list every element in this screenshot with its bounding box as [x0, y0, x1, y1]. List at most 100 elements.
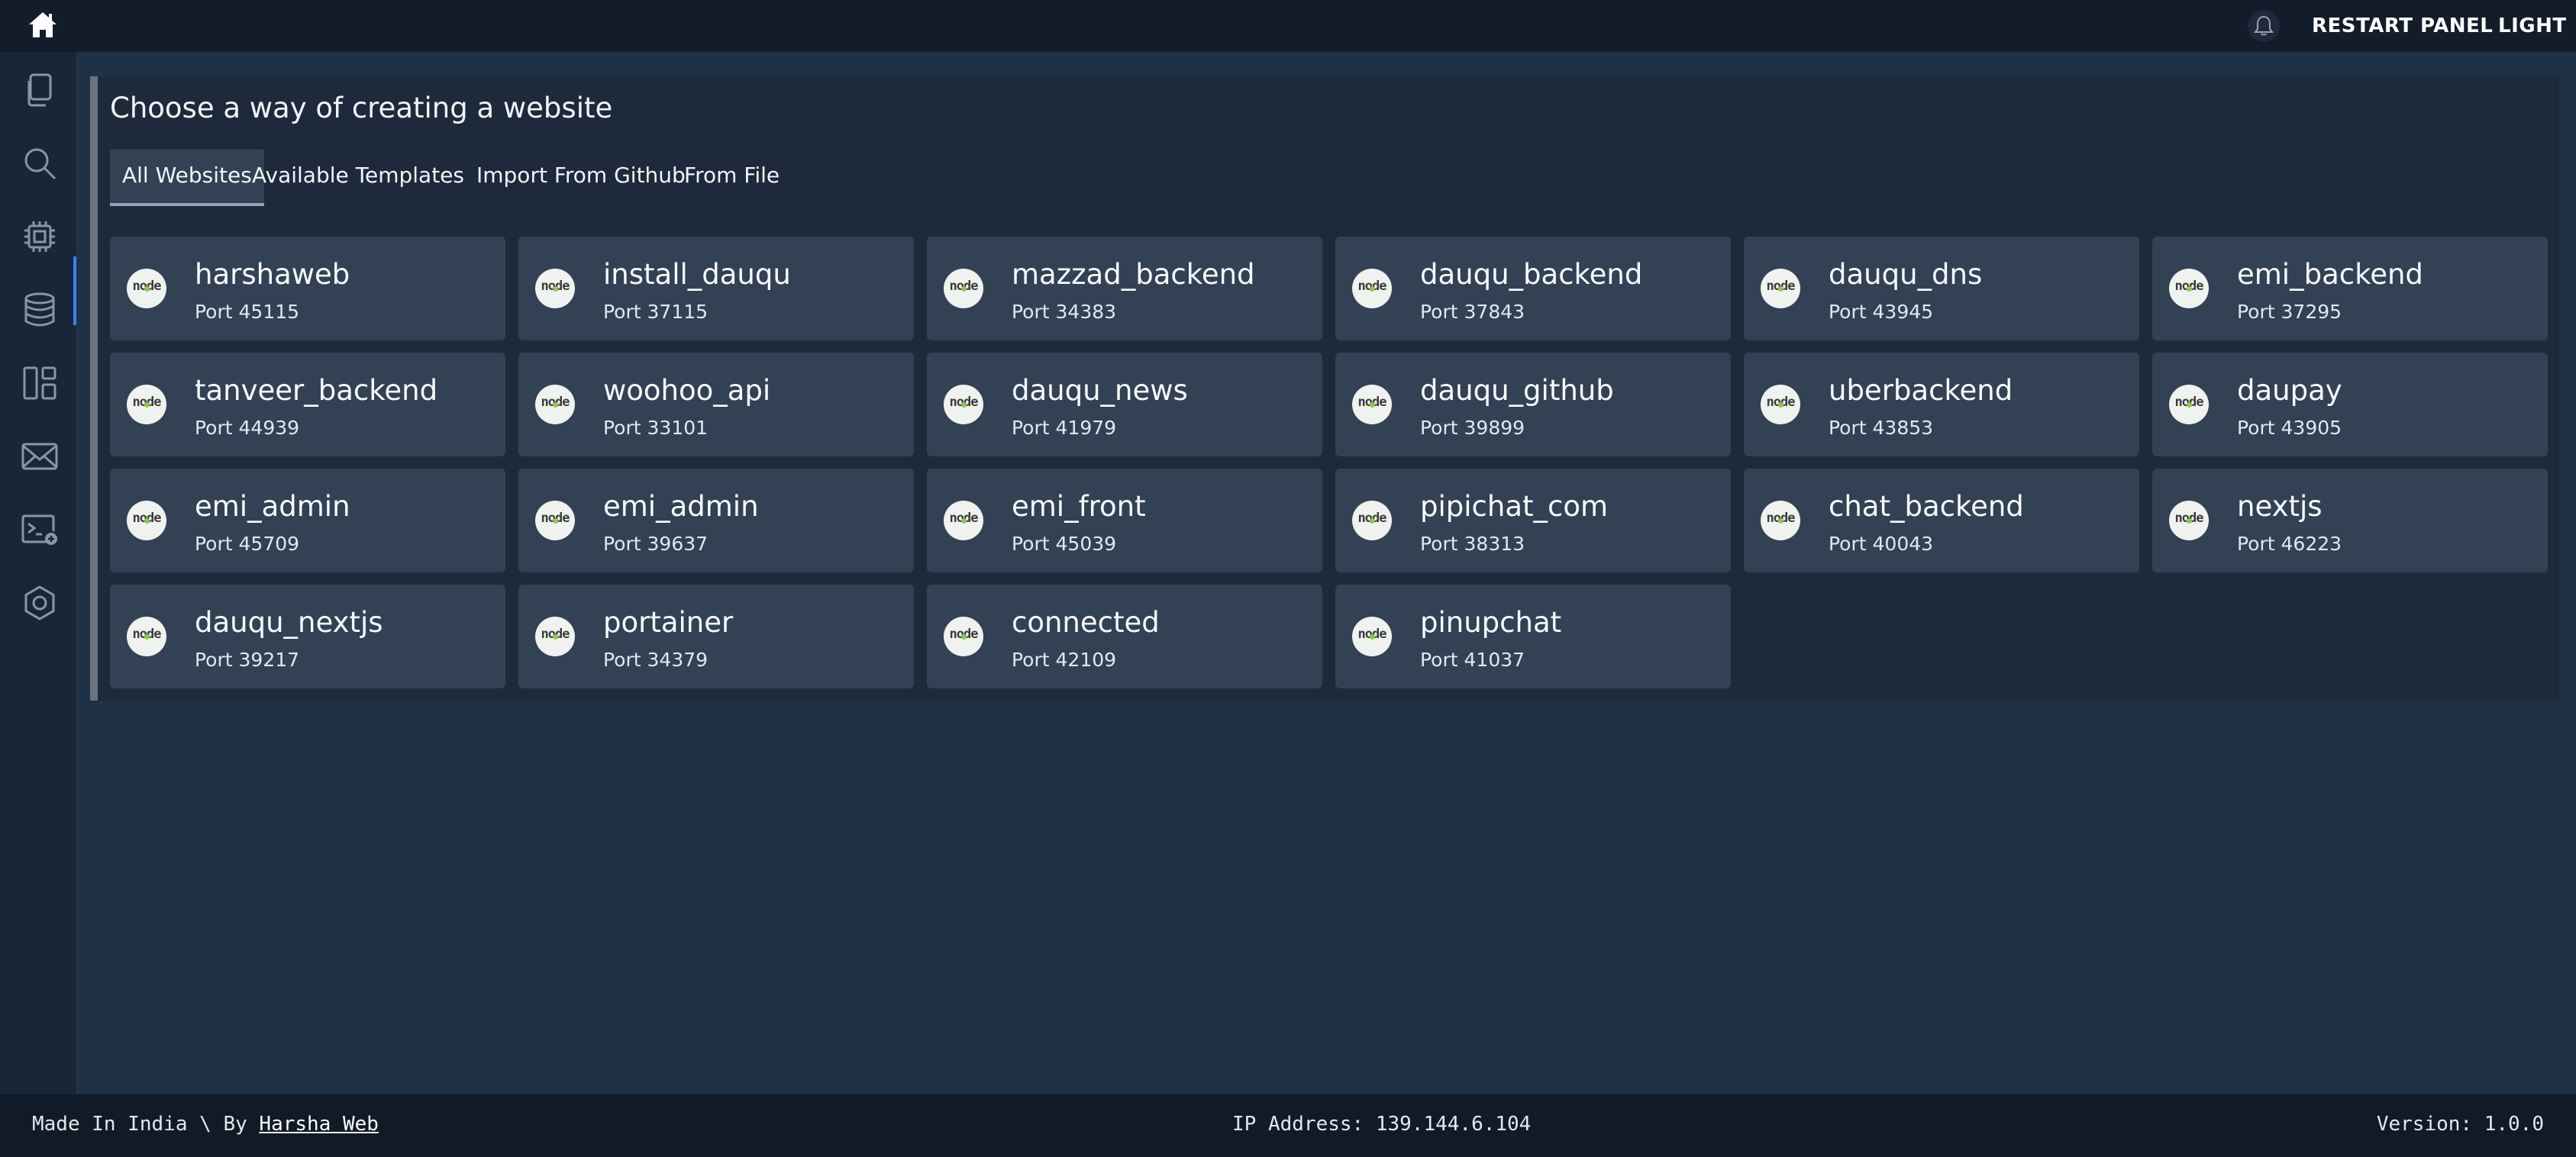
website-card[interactable]: node dauqu_github Port 39899 [1335, 353, 1731, 456]
website-port: Port 43905 [2237, 417, 2342, 439]
website-card[interactable]: node chat_backend Port 40043 [1744, 469, 2139, 572]
sidebar [0, 52, 78, 1094]
nodejs-logo-icon: node [535, 269, 575, 308]
nodejs-logo-icon: node [1352, 501, 1392, 540]
nodejs-logo-icon: node [944, 617, 983, 656]
website-name: connected [1012, 606, 1160, 639]
website-card[interactable]: node dauqu_nextjs Port 39217 [110, 585, 505, 688]
home-icon[interactable] [27, 10, 58, 40]
website-port: Port 46223 [2237, 533, 2342, 555]
website-name: emi_front [1012, 490, 1146, 523]
made-in-text: Made In India \ By [32, 1113, 260, 1136]
website-card[interactable]: node install_dauqu Port 37115 [518, 237, 914, 340]
website-card[interactable]: node dauqu_backend Port 37843 [1335, 237, 1731, 340]
nodejs-logo-dot [553, 286, 558, 292]
website-name: chat_backend [1829, 490, 2024, 523]
website-port: Port 39217 [195, 649, 300, 671]
website-port: Port 34383 [1012, 301, 1117, 323]
website-card[interactable]: node portainer Port 34379 [518, 585, 914, 688]
website-card[interactable]: node connected Port 42109 [927, 585, 1322, 688]
files-icon[interactable] [18, 69, 61, 111]
website-card[interactable]: node emi_front Port 45039 [927, 469, 1322, 572]
website-name: dauqu_dns [1829, 258, 1983, 291]
restart-panel-button[interactable]: RESTART PANEL [2312, 0, 2493, 52]
website-port: Port 38313 [1420, 533, 1525, 555]
website-card[interactable]: node uberbackend Port 43853 [1744, 353, 2139, 456]
website-card[interactable]: node emi_admin Port 45709 [110, 469, 505, 572]
nodejs-logo-dot [144, 518, 150, 524]
nodejs-logo-dot [1370, 518, 1375, 524]
website-card[interactable]: node emi_backend Port 37295 [2152, 237, 2548, 340]
sidebar-active-indicator [73, 256, 76, 325]
tab-available-templates[interactable]: Available Templates [240, 150, 476, 206]
website-card[interactable]: node daupay Port 43905 [2152, 353, 2548, 456]
website-port: Port 37295 [2237, 301, 2342, 323]
website-card[interactable]: node emi_admin Port 39637 [518, 469, 914, 572]
footer-credit: Made In India \ By Harsha Web [32, 1113, 379, 1136]
website-name: nextjs [2237, 490, 2323, 523]
website-name: mazzad_backend [1012, 258, 1255, 291]
app-window: RESTART PANEL LIGHT Choose a way of crea… [0, 0, 2576, 1157]
nodejs-logo-dot [144, 634, 150, 640]
cpu-icon[interactable] [18, 215, 61, 258]
website-port: Port 41037 [1420, 649, 1525, 671]
website-card[interactable]: node woohoo_api Port 33101 [518, 353, 914, 456]
website-card[interactable]: node dauqu_news Port 41979 [927, 353, 1322, 456]
mail-icon[interactable] [18, 435, 61, 478]
website-port: Port 39637 [603, 533, 709, 555]
website-name: uberbackend [1829, 374, 2013, 407]
theme-toggle-button[interactable]: LIGHT [2498, 0, 2567, 52]
website-name: emi_admin [603, 490, 759, 523]
layout-icon[interactable] [18, 362, 61, 404]
nodejs-logo-dot [1778, 402, 1784, 408]
nodejs-logo-dot [1370, 402, 1375, 408]
terminal-add-icon[interactable] [18, 508, 61, 551]
nodejs-logo-icon: node [944, 501, 983, 540]
website-card[interactable]: node harshaweb Port 45115 [110, 237, 505, 340]
ip-address: IP Address: 139.144.6.104 [1232, 1113, 1532, 1136]
website-card[interactable]: node tanveer_backend Port 44939 [110, 353, 505, 456]
nodejs-logo-dot [1778, 286, 1784, 292]
database-icon[interactable] [18, 288, 61, 331]
nodejs-logo-dot [553, 518, 558, 524]
website-name: pipichat_com [1420, 490, 1609, 523]
website-name: portainer [603, 606, 734, 639]
nodejs-logo-dot [144, 286, 150, 292]
version-label: Version: 1.0.0 [2376, 1113, 2544, 1136]
top-bar: RESTART PANEL LIGHT [0, 0, 2576, 52]
website-card[interactable]: node dauqu_dns Port 43945 [1744, 237, 2139, 340]
nodejs-logo-icon: node [2169, 501, 2209, 540]
website-port: Port 43853 [1829, 417, 1934, 439]
website-name: daupay [2237, 374, 2342, 407]
website-port: Port 34379 [603, 649, 709, 671]
hexagon-settings-icon[interactable] [18, 582, 61, 624]
nodejs-logo-icon: node [535, 385, 575, 424]
nodejs-logo-dot [1370, 634, 1375, 640]
nodejs-logo-icon: node [127, 385, 166, 424]
nodejs-logo-dot [1370, 286, 1375, 292]
nodejs-logo-icon: node [127, 617, 166, 656]
tab-from-file[interactable]: From File [672, 150, 792, 206]
nodejs-logo-icon: node [1761, 501, 1800, 540]
website-card[interactable]: node nextjs Port 46223 [2152, 469, 2548, 572]
nodejs-logo-icon: node [535, 617, 575, 656]
website-card[interactable]: node pipichat_com Port 38313 [1335, 469, 1731, 572]
tab-import-from-github[interactable]: Import From Github [464, 150, 698, 206]
website-name: dauqu_nextjs [195, 606, 383, 639]
nodejs-logo-icon: node [944, 385, 983, 424]
nodejs-logo-dot [961, 634, 967, 640]
nodejs-logo-dot [2187, 518, 2192, 524]
website-port: Port 39899 [1420, 417, 1525, 439]
website-name: pinupchat [1420, 606, 1562, 639]
website-name: tanveer_backend [195, 374, 438, 407]
website-port: Port 43945 [1829, 301, 1934, 323]
website-port: Port 41979 [1012, 417, 1117, 439]
bell-icon[interactable] [2248, 10, 2280, 42]
nodejs-logo-icon: node [1352, 617, 1392, 656]
website-card[interactable]: node pinupchat Port 41037 [1335, 585, 1731, 688]
nodejs-logo-icon: node [1352, 385, 1392, 424]
website-card[interactable]: node mazzad_backend Port 34383 [927, 237, 1322, 340]
search-icon[interactable] [18, 142, 61, 185]
author-link[interactable]: Harsha Web [259, 1113, 379, 1136]
nodejs-logo-icon: node [1761, 385, 1800, 424]
